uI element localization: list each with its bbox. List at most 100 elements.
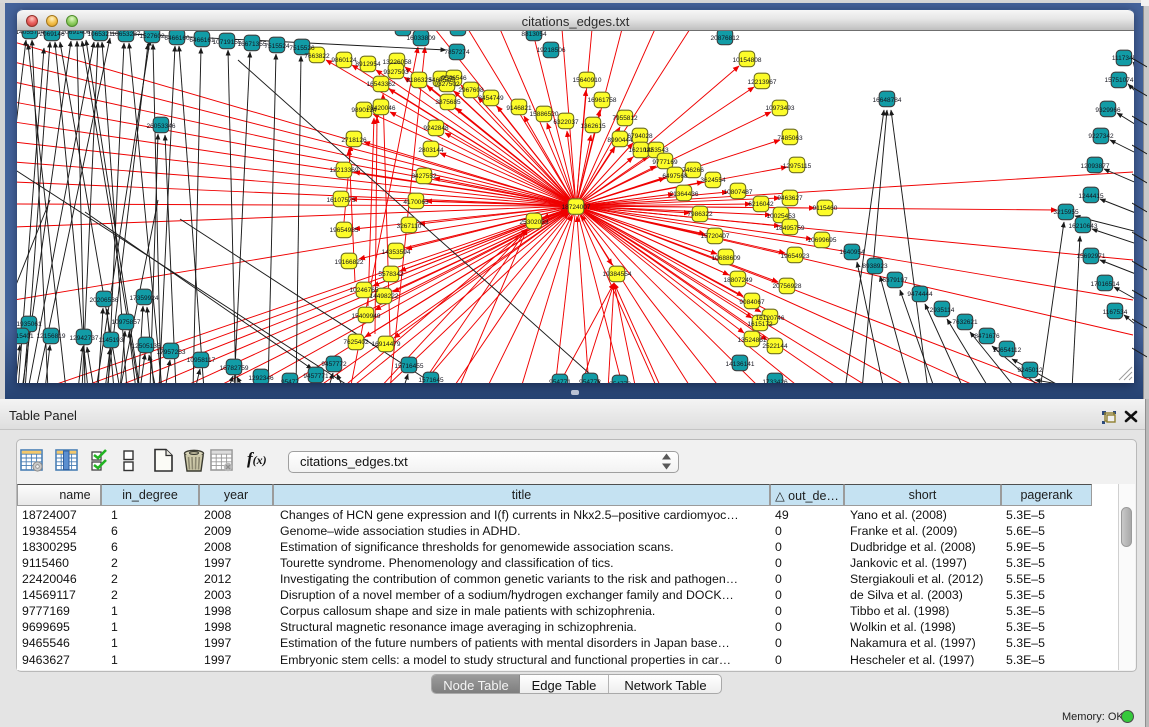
svg-text:15692971: 15692971 <box>1077 253 1106 260</box>
svg-text:15409949: 15409949 <box>352 313 381 320</box>
svg-text:1244415: 1244415 <box>1078 193 1104 200</box>
svg-text:9329966: 9329966 <box>1095 107 1121 114</box>
svg-text:1640954: 1640954 <box>839 249 865 256</box>
svg-text:10958117: 10958117 <box>187 357 216 364</box>
svg-text:19166822: 19166822 <box>335 259 364 266</box>
svg-text:9463627: 9463627 <box>777 195 803 202</box>
svg-text:6466161: 6466161 <box>189 37 215 44</box>
svg-text:10688609: 10688609 <box>712 255 741 262</box>
svg-text:19654923: 19654923 <box>781 253 810 260</box>
svg-text:12942737: 12942737 <box>70 335 99 342</box>
svg-text:8813054: 8813054 <box>521 31 547 38</box>
svg-text:20756928: 20756928 <box>773 283 802 290</box>
svg-text:16648784: 16648784 <box>873 97 902 104</box>
svg-text:9327502: 9327502 <box>434 81 460 88</box>
svg-text:7857274: 7857274 <box>444 49 470 56</box>
svg-text:18724007: 18724007 <box>562 204 591 211</box>
svg-text:9146821: 9146821 <box>506 105 532 112</box>
svg-text:16033809: 16033809 <box>407 35 436 42</box>
svg-text:7485063: 7485063 <box>777 135 803 142</box>
svg-text:1733426: 1733426 <box>762 379 788 383</box>
svg-text:25302033: 25302033 <box>520 219 549 226</box>
svg-text:16543362: 16543362 <box>367 81 396 88</box>
svg-text:16914479: 16914479 <box>372 341 401 348</box>
svg-text:18495759: 18495759 <box>776 225 805 232</box>
svg-text:6497568: 6497568 <box>662 173 688 180</box>
svg-text:1527602: 1527602 <box>139 33 165 40</box>
svg-text:23420046: 23420046 <box>367 105 396 112</box>
svg-text:9227342: 9227342 <box>1088 133 1114 140</box>
svg-text:7955812: 7955812 <box>612 115 638 122</box>
svg-text:21364436: 21364436 <box>670 191 699 198</box>
svg-text:1117345: 1117345 <box>1112 55 1134 62</box>
svg-text:4170063: 4170063 <box>403 199 429 206</box>
svg-text:3624554: 3624554 <box>700 177 726 184</box>
svg-text:2967608: 2967608 <box>458 87 484 94</box>
svg-text:1935061: 1935061 <box>17 321 42 328</box>
svg-text:1145193: 1145193 <box>99 337 124 344</box>
svg-text:13226058: 13226058 <box>383 59 412 66</box>
svg-text:20206536: 20206536 <box>90 297 119 304</box>
svg-text:10154808: 10154808 <box>733 57 762 64</box>
svg-text:1571645: 1571645 <box>418 377 444 383</box>
svg-text:7515526: 7515526 <box>289 45 315 52</box>
svg-text:10699695: 10699695 <box>808 237 837 244</box>
svg-text:16210643: 16210643 <box>1069 223 1098 230</box>
svg-text:954773: 954773 <box>609 381 631 383</box>
svg-text:9245012: 9245012 <box>1017 367 1043 374</box>
svg-text:6216042: 6216042 <box>748 201 774 208</box>
svg-text:10025453: 10025453 <box>767 213 796 220</box>
svg-text:3915401: 3915401 <box>17 333 34 340</box>
svg-text:15886520: 15886520 <box>530 111 559 118</box>
svg-text:16782759: 16782759 <box>220 365 249 372</box>
svg-text:10653287: 10653287 <box>112 31 141 38</box>
svg-text:881305: 881305 <box>447 31 469 32</box>
svg-text:3215955: 3215955 <box>1053 209 1079 216</box>
svg-text:954771: 954771 <box>549 379 571 383</box>
svg-text:9457771: 9457771 <box>303 373 329 380</box>
svg-text:3875685: 3875685 <box>435 99 461 106</box>
svg-text:7663822: 7663822 <box>304 53 330 60</box>
svg-text:16961758: 16961758 <box>588 97 617 104</box>
svg-text:6379197: 6379197 <box>882 277 908 284</box>
svg-text:9242848: 9242848 <box>423 125 449 132</box>
svg-text:9327503: 9327503 <box>383 69 409 76</box>
svg-text:14136141: 14136141 <box>726 361 755 368</box>
svg-text:12213369: 12213369 <box>330 167 359 174</box>
svg-text:17957253: 17957253 <box>157 349 186 356</box>
svg-text:7986322: 7986322 <box>687 211 713 218</box>
svg-text:2803144: 2803144 <box>418 147 444 154</box>
svg-text:2718126: 2718126 <box>341 137 367 144</box>
svg-text:15716455: 15716455 <box>395 363 424 370</box>
svg-text:9474444: 9474444 <box>907 291 933 298</box>
svg-text:6466160: 6466160 <box>164 35 190 42</box>
svg-text:5578342: 5578342 <box>378 271 404 278</box>
svg-text:3267110: 3267110 <box>397 223 422 230</box>
svg-text:7632621: 7632621 <box>952 319 978 326</box>
svg-text:19384554: 19384554 <box>603 271 632 278</box>
svg-text:12213967: 12213967 <box>748 79 777 86</box>
svg-text:17359924: 17359924 <box>130 295 159 302</box>
svg-text:15640910: 15640910 <box>573 77 602 84</box>
svg-text:1453543: 1453543 <box>643 147 669 154</box>
svg-text:1292346: 1292346 <box>248 375 274 382</box>
svg-text:9457772: 9457772 <box>321 361 347 368</box>
svg-text:15751074: 15751074 <box>1105 77 1134 84</box>
svg-text:14353594: 14353594 <box>382 249 411 256</box>
svg-text:14498222: 14498222 <box>370 293 399 300</box>
svg-text:12156819: 12156819 <box>37 333 66 340</box>
svg-text:19218506: 19218506 <box>537 47 566 54</box>
svg-text:1065321: 1065321 <box>87 31 113 38</box>
svg-text:1362615: 1362615 <box>580 123 606 130</box>
svg-text:10654112: 10654112 <box>993 347 1022 354</box>
svg-text:15720407: 15720407 <box>701 233 730 240</box>
svg-text:9777169: 9777169 <box>652 159 678 166</box>
svg-text:8427552: 8427552 <box>411 173 437 180</box>
svg-text:2522144: 2522144 <box>762 343 788 350</box>
svg-text:20876812: 20876812 <box>711 35 740 42</box>
svg-text:9860124: 9860124 <box>331 57 357 64</box>
svg-text:1615172: 1615172 <box>747 321 773 328</box>
svg-text:8454749: 8454749 <box>478 95 504 102</box>
svg-text:6322037: 6322037 <box>553 119 579 126</box>
svg-text:8471676: 8471676 <box>974 333 1000 340</box>
